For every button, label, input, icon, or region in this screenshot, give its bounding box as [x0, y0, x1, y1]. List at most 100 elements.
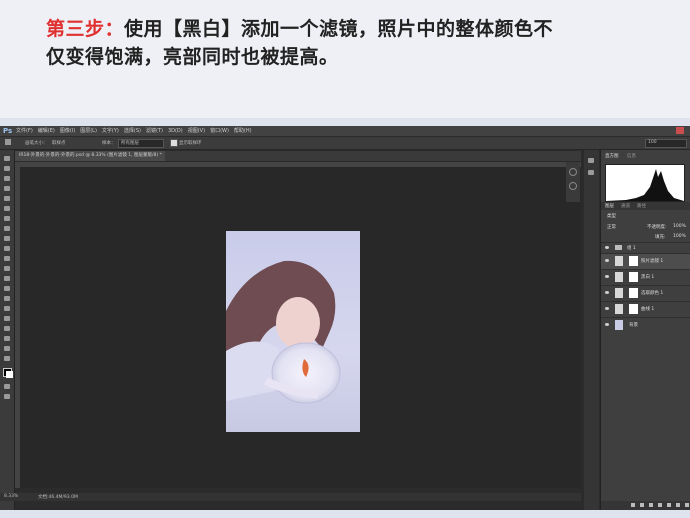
crop-tool-icon[interactable] — [4, 196, 10, 201]
status-bar: 8.33% 文档:46.4M/93.0M — [0, 493, 581, 501]
history-brush-tool-icon[interactable] — [4, 246, 10, 251]
tab-histogram[interactable]: 直方图 — [605, 153, 619, 159]
document-photo[interactable] — [226, 231, 360, 432]
layer-row-photo-filter[interactable]: 照片滤镜 1 — [601, 253, 690, 269]
new-layer-icon[interactable] — [676, 503, 680, 507]
zoom-status[interactable]: 8.33% — [4, 494, 18, 499]
more-tools-icon[interactable] — [4, 356, 10, 361]
tab-layers[interactable]: 图层 — [605, 203, 614, 209]
pen-tool-icon[interactable] — [4, 296, 10, 301]
eraser-tool-icon[interactable] — [4, 256, 10, 261]
dodge-tool-icon[interactable] — [4, 286, 10, 291]
menu-3d[interactable]: 3D(D) — [168, 127, 183, 135]
layers-panel-header: 图层 通道 路径 — [601, 202, 690, 210]
menu-filter[interactable]: 滤镜(T) — [146, 127, 163, 135]
tools-panel — [0, 150, 15, 510]
hand-tool-icon[interactable] — [4, 336, 10, 341]
marquee-tool-icon[interactable] — [4, 166, 10, 171]
photoshop-window: Ps 文件(F) 编辑(E) 图像(I) 图层(L) 文字(Y) 选择(S) 滤… — [0, 126, 690, 510]
show-ring-label: 显示取样环 — [179, 141, 202, 146]
screen-mode-icon[interactable] — [4, 394, 10, 399]
menu-help[interactable]: 帮助(H) — [234, 127, 252, 135]
zoom-tool-icon[interactable] — [4, 346, 10, 351]
trash-icon[interactable] — [685, 503, 689, 507]
layer-row-black-white[interactable]: 黑白 1 — [601, 269, 690, 285]
layer-row-background[interactable]: 背景 — [601, 317, 690, 333]
shape-tool-icon[interactable] — [4, 326, 10, 331]
layer-name: 选取颜色 1 — [641, 291, 664, 296]
adjustment-thumbnail-icon — [615, 272, 623, 282]
histogram-graph — [606, 169, 684, 201]
blur-tool-icon[interactable] — [4, 276, 10, 281]
visibility-eye-icon[interactable] — [605, 323, 609, 326]
new-group-icon[interactable] — [667, 503, 671, 507]
menu-items: 文件(F) 编辑(E) 图像(I) 图层(L) 文字(Y) 选择(S) 滤镜(T… — [16, 127, 252, 135]
menu-edit[interactable]: 编辑(E) — [38, 127, 55, 135]
move-tool-icon[interactable] — [4, 156, 10, 161]
layer-name: 照片滤镜 1 — [641, 259, 664, 264]
layer-mask-thumbnail[interactable] — [629, 304, 638, 314]
background-thumbnail — [615, 320, 623, 330]
menu-bar: Ps 文件(F) 编辑(E) 图像(I) 图层(L) 文字(Y) 选择(S) 滤… — [0, 126, 690, 136]
type-tool-icon[interactable] — [4, 306, 10, 311]
info-panel-icon[interactable] — [569, 182, 577, 190]
menu-select[interactable]: 选择(S) — [124, 127, 141, 135]
visibility-eye-icon[interactable] — [605, 246, 609, 249]
visibility-eye-icon[interactable] — [605, 307, 609, 310]
layer-row-group[interactable]: 组 1 — [601, 242, 690, 253]
layer-name: 组 1 — [627, 246, 636, 251]
quick-mask-icon[interactable] — [4, 384, 10, 389]
panel-toggle-icon[interactable] — [588, 158, 594, 163]
opacity-value[interactable]: 100% — [673, 224, 686, 229]
menu-window[interactable]: 窗口(W) — [210, 127, 229, 135]
gradient-tool-icon[interactable] — [4, 266, 10, 271]
eyedropper-tool-icon[interactable] — [4, 206, 10, 211]
mini-tool-strip — [566, 162, 580, 202]
document-tab[interactable]: IR18-外景的-外景的-外景的.psd @ 8.33% (图片滤镜 1, 图层… — [15, 151, 165, 161]
panel-toggle-icon-2[interactable] — [588, 170, 594, 175]
layer-mask-thumbnail[interactable] — [629, 288, 638, 298]
tutorial-banner: 第三步：使用【黑白】添加一个滤镜，照片中的整体颜色不 仅变得饱满，亮部同时也被提… — [0, 0, 690, 118]
new-adjustment-icon[interactable] — [658, 503, 662, 507]
divider-strip — [0, 118, 690, 126]
healing-tool-icon[interactable] — [4, 216, 10, 221]
quick-select-tool-icon[interactable] — [4, 186, 10, 191]
app-logo: Ps — [3, 127, 13, 135]
sample-point-label: 取样点 — [52, 141, 66, 146]
tab-info[interactable]: 信息 — [627, 153, 636, 159]
brush-tool-icon[interactable] — [5, 139, 11, 145]
layer-mask-thumbnail[interactable] — [629, 256, 638, 266]
filter-kind-select[interactable]: 类型 — [607, 213, 616, 219]
banner-line-2: 仅变得饱满，亮部同时也被提高。 — [46, 46, 339, 68]
tab-channels[interactable]: 通道 — [621, 203, 630, 209]
background-color-swatch[interactable] — [6, 371, 13, 378]
opacity-label: 不透明度: — [647, 225, 667, 230]
add-mask-icon[interactable] — [649, 503, 653, 507]
folder-icon — [615, 245, 622, 250]
menu-view[interactable]: 视图(V) — [188, 127, 205, 135]
menu-layer[interactable]: 图层(L) — [80, 127, 97, 135]
visibility-eye-icon[interactable] — [605, 259, 609, 262]
link-layers-icon[interactable] — [631, 503, 635, 507]
stamp-tool-icon[interactable] — [4, 236, 10, 241]
menu-type[interactable]: 文字(Y) — [102, 127, 119, 135]
blend-mode-select[interactable]: 正常 — [607, 224, 616, 230]
tab-paths[interactable]: 路径 — [637, 203, 646, 209]
adjustment-thumbnail-icon — [615, 256, 623, 266]
menu-file[interactable]: 文件(F) — [16, 127, 33, 135]
layer-row-selective-color[interactable]: 选取颜色 1 — [601, 285, 690, 301]
layer-mask-thumbnail[interactable] — [629, 272, 638, 282]
history-panel-icon[interactable] — [569, 168, 577, 176]
menu-image[interactable]: 图像(I) — [60, 127, 75, 135]
brush-tool-icon[interactable] — [4, 226, 10, 231]
layer-style-icon[interactable] — [640, 503, 644, 507]
show-ring-checkbox[interactable] — [170, 139, 178, 147]
fill-value[interactable]: 100% — [673, 234, 686, 239]
lasso-tool-icon[interactable] — [4, 176, 10, 181]
layer-row-curves[interactable]: 曲线 1 — [601, 301, 690, 317]
canvas-area[interactable] — [20, 162, 581, 488]
visibility-eye-icon[interactable] — [605, 291, 609, 294]
visibility-eye-icon[interactable] — [605, 275, 609, 278]
path-select-tool-icon[interactable] — [4, 316, 10, 321]
close-window-button[interactable] — [676, 127, 684, 134]
